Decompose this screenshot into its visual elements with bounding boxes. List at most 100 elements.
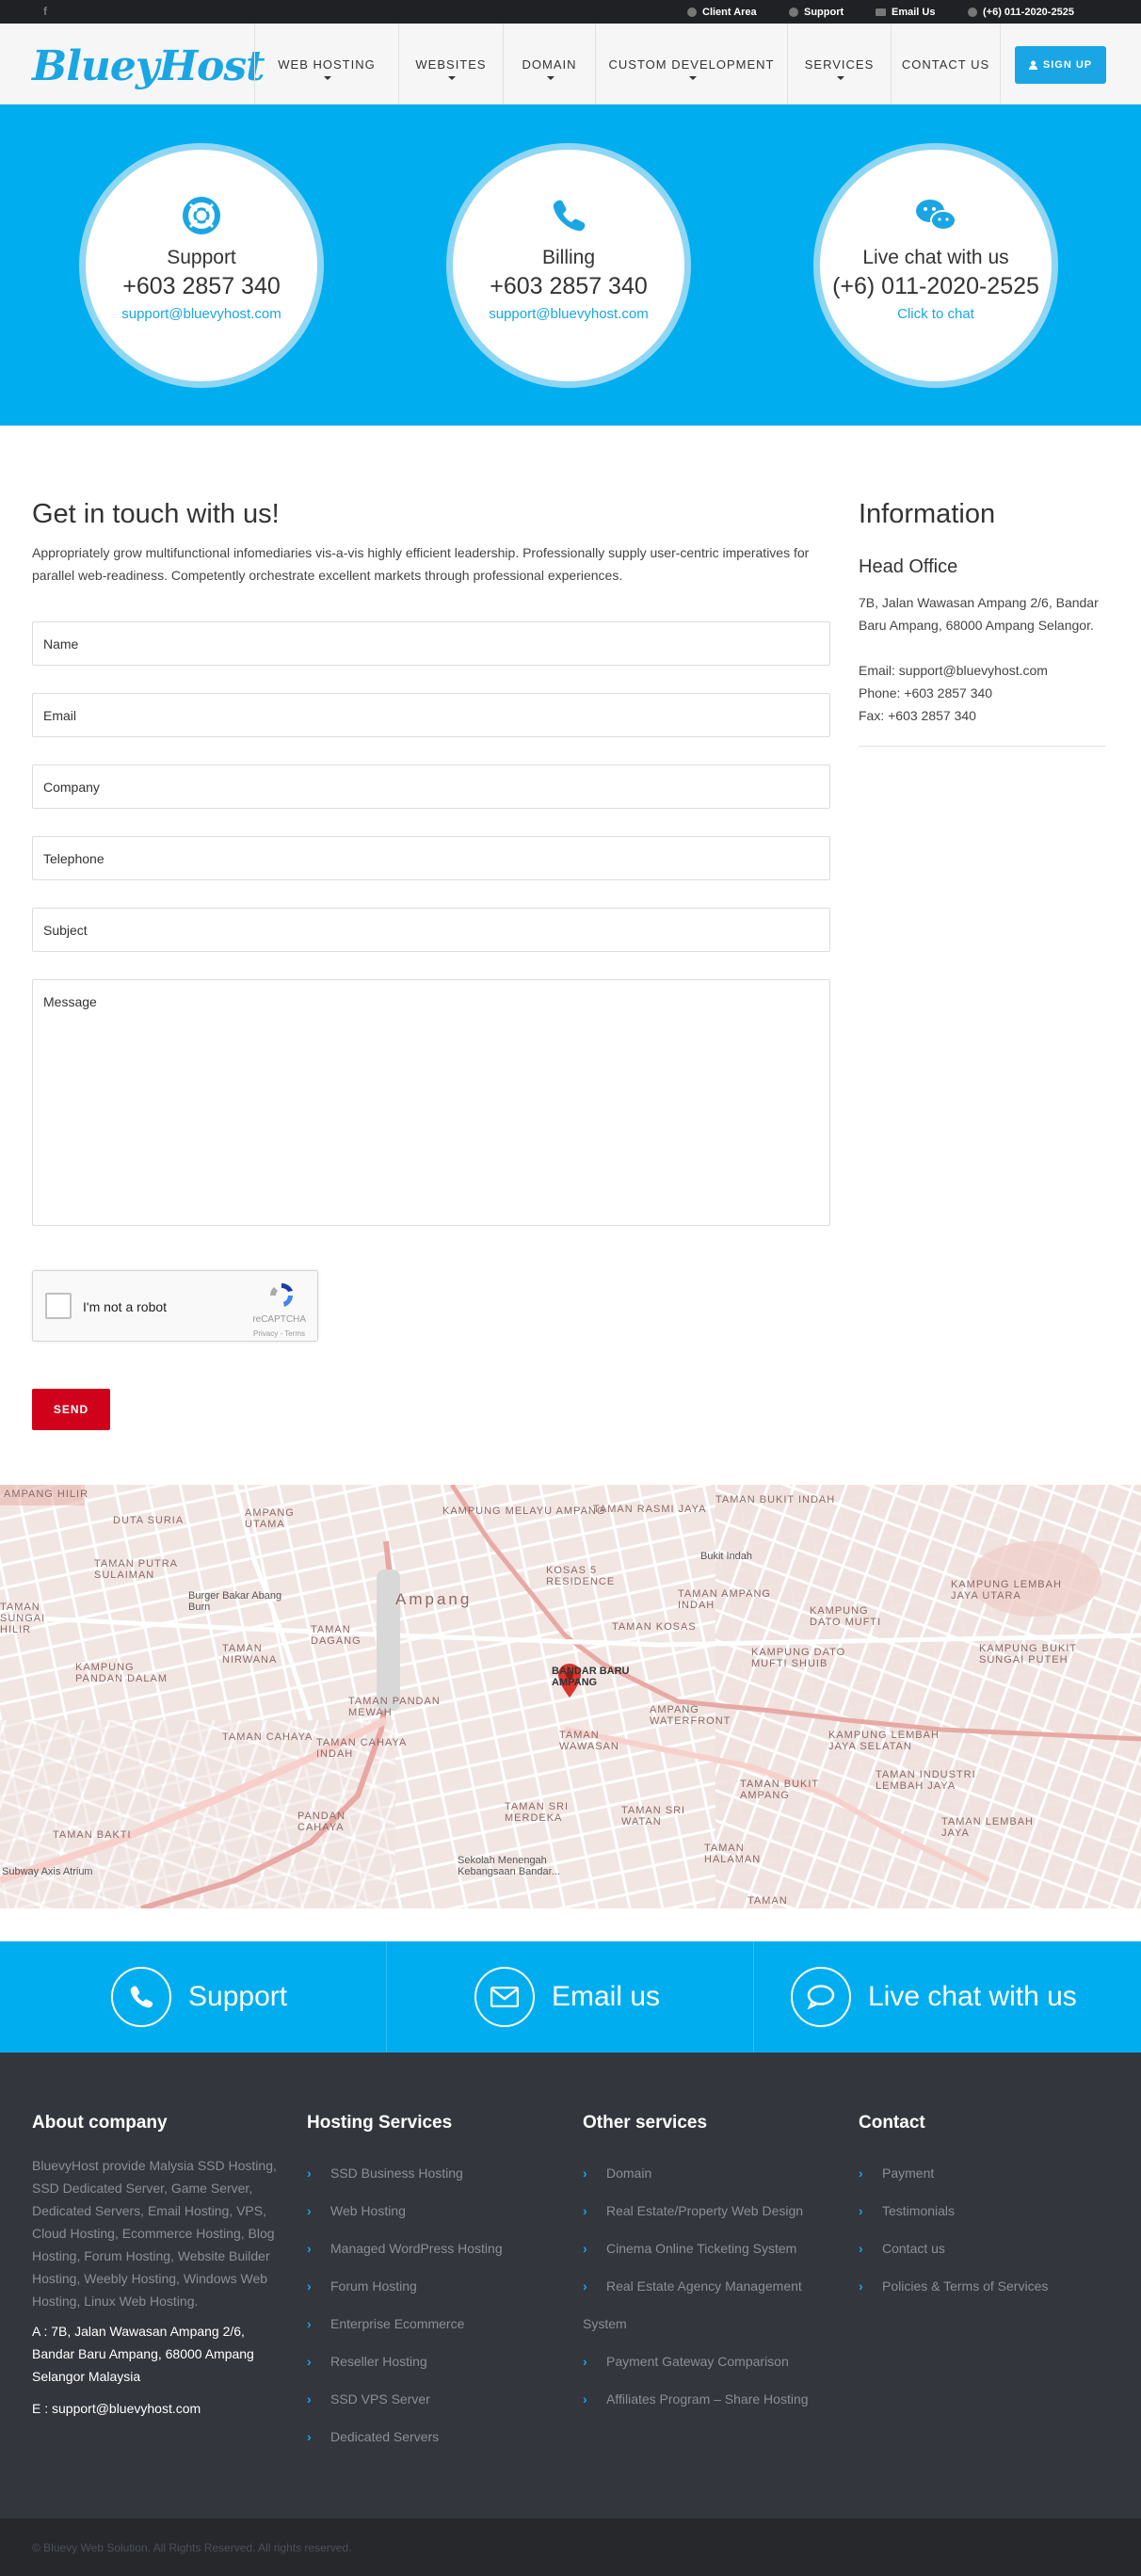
footer-link[interactable]: › Managed WordPress Hosting (307, 2230, 554, 2267)
map-label: TAMAN PUTRA SULAIMAN (94, 1558, 178, 1581)
contact-intro: Get in touch with us! Appropriately grow… (32, 499, 832, 587)
nav-web-hosting[interactable]: WEB HOSTING (254, 24, 398, 105)
footer-link[interactable]: › Domain (583, 2154, 837, 2192)
map-label: PANDAN CAHAYA (297, 1811, 346, 1833)
email-us-link[interactable]: Email Us (876, 0, 935, 24)
facebook-icon[interactable]: f (43, 5, 47, 18)
footer-link[interactable]: › Testimonials (859, 2192, 1105, 2230)
footer-link-label: Testimonials (882, 2203, 956, 2218)
site-logo[interactable]: BlueyHost (32, 42, 265, 90)
map-label: AMPANG UTAMA (245, 1507, 295, 1530)
footer-link[interactable]: › SSD Business Hosting (307, 2154, 554, 2192)
footer-link-label: Reseller Hosting (330, 2354, 427, 2369)
footer-link-label: Web Hosting (330, 2203, 406, 2218)
footer-link[interactable]: › Policies & Terms of Services (859, 2267, 1105, 2305)
map-label: TAMAN NIRWANA (222, 1643, 278, 1666)
client-area-link[interactable]: Client Area (687, 0, 757, 24)
map-label: TAMAN BUKIT INDAH (715, 1494, 836, 1505)
footer-link[interactable]: › Real Estate Agency Management (583, 2267, 837, 2305)
sign-up-button[interactable]: SIGN UP (1015, 46, 1106, 84)
click-to-chat-link[interactable]: Click to chat (820, 306, 1052, 322)
envelope-icon (474, 1967, 535, 2027)
map-label: TAMAN INDUSTRI LEMBAH JAYA (876, 1769, 976, 1792)
location-map[interactable]: KAMPUNG MELAYU AMPANG TAMAN RASMI JAYA T… (0, 1485, 1141, 1908)
information-panel: Information Head Office 7B, Jalan Wawasa… (859, 499, 1105, 747)
footer-link[interactable]: › Reseller Hosting (307, 2343, 554, 2380)
map-label: TAMAN BAKTI (53, 1829, 132, 1841)
company-field[interactable]: Company (32, 765, 830, 809)
chevron-down-icon (836, 76, 844, 80)
footer-link[interactable]: › Affiliates Program – Share Hosting (583, 2380, 837, 2418)
footer-link[interactable]: › Cinema Online Ticketing System (583, 2230, 837, 2267)
chevron-down-icon (448, 76, 456, 80)
map-label: TAMAN SRI MERDEKA (505, 1801, 570, 1824)
divider (859, 746, 1105, 747)
subject-field[interactable]: Subject (32, 908, 830, 952)
support-email-link[interactable]: support@bluevyhost.com (86, 306, 317, 322)
recaptcha-brand: reCAPTCHA (252, 1314, 306, 1325)
footer-hosting-title: Hosting Services (307, 2113, 453, 2133)
footer-email[interactable]: E : support@bluevyhost.com (32, 2397, 284, 2420)
footer-link-label: System (583, 2316, 627, 2331)
billing-email-link[interactable]: support@bluevyhost.com (453, 306, 684, 322)
nav-websites[interactable]: WEBSITES (398, 24, 503, 105)
strip-live-chat[interactable]: Live chat with us (791, 1941, 1077, 2053)
map-label: Ampang (395, 1590, 473, 1608)
footer-link-label: Payment Gateway Comparison (606, 2354, 789, 2369)
footer-link-wrap[interactable]: System (583, 2305, 837, 2343)
footer-link[interactable]: › SSD VPS Server (307, 2380, 554, 2418)
strip-support[interactable]: Support (111, 1941, 287, 2053)
office-address: 7B, Jalan Wawasan Ampang 2/6, Bandar Bar… (859, 595, 1099, 633)
nav-label: SERVICES (804, 56, 875, 72)
footer-link[interactable]: › Real Estate/Property Web Design (583, 2192, 837, 2230)
chevron-right-icon: › (583, 2165, 587, 2181)
map-label: TAMAN SRI WATAN (621, 1805, 686, 1827)
support-title: Support (167, 247, 236, 268)
support-phone: +603 2857 340 (122, 273, 281, 299)
strip-live-chat-label: Live chat with us (868, 1981, 1077, 2012)
office-fax: Fax: +603 2857 340 (859, 708, 976, 723)
recaptcha-widget: I'm not a robot reCAPTCHA Privacy - Term… (32, 1270, 318, 1342)
footer-link[interactable]: › Payment (859, 2154, 1105, 2192)
nav-contact-us[interactable]: CONTACT US (891, 24, 1001, 105)
nav-services[interactable]: SERVICES (787, 24, 891, 105)
support-label: Support (804, 6, 844, 18)
footer-link[interactable]: › Payment Gateway Comparison (583, 2343, 837, 2380)
footer-link[interactable]: › Dedicated Servers (307, 2418, 554, 2455)
footer-link[interactable]: › Forum Hosting (307, 2267, 554, 2305)
send-button[interactable]: SEND (32, 1389, 110, 1430)
chevron-right-icon: › (307, 2278, 312, 2294)
nav-label: CUSTOM DEVELOPMENT (608, 56, 775, 72)
information-heading: Information (859, 499, 996, 529)
footer-link-label: Real Estate/Property Web Design (606, 2203, 804, 2218)
message-textarea[interactable]: Message (32, 979, 830, 1226)
chat-bubble-icon (791, 1967, 851, 2027)
recaptcha-checkbox[interactable] (45, 1293, 72, 1319)
support-link[interactable]: Support (789, 0, 844, 24)
billing-card: Billing +603 2857 340 support@bluevyhost… (446, 143, 691, 388)
recaptcha-links[interactable]: Privacy - Terms (253, 1329, 305, 1338)
top-phone-label: (+6) 011-2020-2525 (983, 6, 1074, 18)
chevron-right-icon: › (859, 2203, 863, 2218)
telephone-field[interactable]: Telephone (32, 836, 830, 880)
email-field[interactable]: Email (32, 693, 830, 737)
name-field[interactable]: Name (32, 621, 830, 666)
office-email: Email: support@bluevyhost.com (859, 663, 1048, 678)
client-area-label: Client Area (702, 6, 757, 18)
footer-link-label: Dedicated Servers (330, 2429, 440, 2444)
nav-domain[interactable]: DOMAIN (503, 24, 595, 105)
footer-contact: Contact › Payment › Testimonials › Contact … (859, 2113, 1105, 2305)
recaptcha-label: I'm not a robot (83, 1299, 168, 1314)
footer-link[interactable]: › Web Hosting (307, 2192, 554, 2230)
top-phone-link[interactable]: (+6) 011-2020-2525 (968, 0, 1074, 24)
strip-email[interactable]: Email us (474, 1941, 660, 2053)
footer-link[interactable]: › Contact us (859, 2230, 1105, 2267)
map-label: Subway Axis Atrium (2, 1866, 93, 1877)
nav-custom-development[interactable]: CUSTOM DEVELOPMENT (595, 24, 787, 105)
footer-link-label: Enterprise Ecommerce (330, 2316, 465, 2331)
site-header: BlueyHost WEB HOSTING WEBSITES DOMAIN CU… (0, 24, 1141, 105)
map-label: KAMPUNG DATO MUFTI SHUIB (751, 1647, 846, 1669)
map-label: KAMPUNG BUKIT SUNGAI PUTEH (979, 1643, 1077, 1666)
contact-heading: Get in touch with us! (32, 499, 280, 529)
footer-link[interactable]: › Enterprise Ecommerce (307, 2305, 554, 2343)
